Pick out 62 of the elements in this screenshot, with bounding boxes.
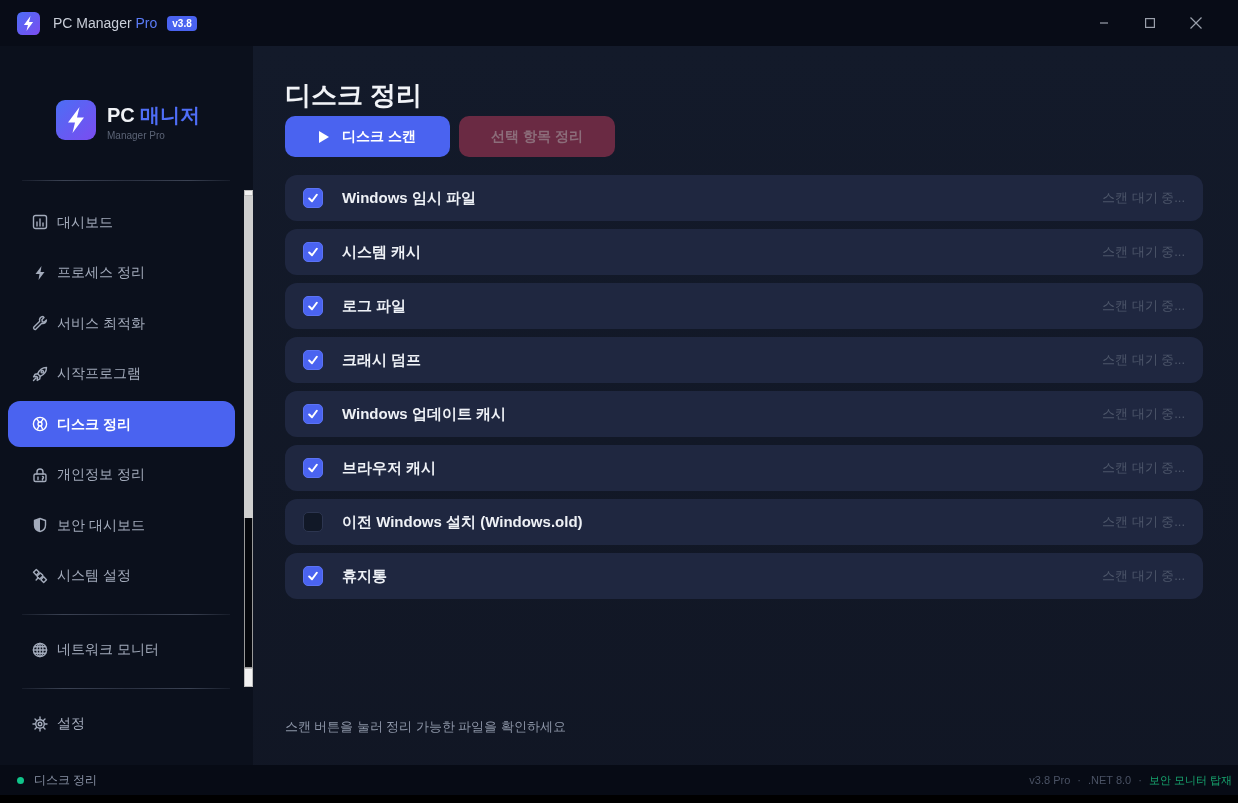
shield-icon (32, 517, 48, 533)
status-text: 디스크 정리 (34, 772, 98, 789)
brand-logo-icon (56, 100, 96, 140)
item-label: 로그 파일 (342, 295, 407, 316)
settings-icon (32, 715, 48, 732)
sidebar-item[interactable]: 시작프로그램 (8, 350, 235, 397)
status-info: .NET 8.0 (1088, 772, 1132, 788)
checkbox[interactable] (303, 242, 323, 262)
window-title: PC Manager Pro (53, 13, 158, 33)
version-badge: v3.8 (167, 15, 197, 31)
checkbox[interactable] (303, 350, 323, 370)
check-icon (308, 355, 318, 365)
check-icon (308, 193, 318, 203)
item-label: 브라우저 캐시 (342, 457, 437, 478)
satellite-icon (32, 567, 48, 584)
status-dot-icon (17, 776, 24, 784)
separator-dot: · (1077, 772, 1081, 788)
sidebar-item[interactable]: 대시보드 (8, 199, 235, 245)
item-label: 이전 Windows 설치 (Windows.old) (342, 511, 583, 532)
sidebar-item[interactable]: 서비스 최적화 (8, 300, 235, 346)
item-label: 시스템 캐시 (342, 241, 422, 262)
checkbox[interactable] (303, 296, 323, 316)
rocket-icon (32, 365, 48, 382)
padlock-icon (32, 466, 48, 483)
check-icon (308, 463, 318, 473)
sidebar-item[interactable]: 보안 대시보드 (8, 502, 235, 548)
scrollbar[interactable] (244, 190, 253, 687)
sidebar-item[interactable]: 시스템 설정 (8, 552, 235, 599)
scan-button[interactable]: 디스크 스캔 (285, 116, 450, 157)
check-icon (308, 409, 318, 419)
brand-subtitle: Manager Pro (107, 129, 166, 142)
checkbox[interactable] (303, 566, 323, 586)
checkbox[interactable] (303, 188, 323, 208)
sidebar-item[interactable]: 디스크 정리 (8, 401, 235, 447)
brand-name: PC 매니저 (107, 103, 201, 127)
close-icon (1190, 17, 1202, 29)
separator-dot: · (1138, 772, 1142, 788)
disc-icon (32, 416, 48, 432)
checkbox[interactable] (303, 458, 323, 478)
checkbox[interactable] (303, 404, 323, 424)
check-icon (308, 247, 318, 257)
play-icon (319, 130, 329, 143)
app-logo-icon (17, 11, 40, 35)
maximize-icon (1145, 18, 1155, 28)
item-label: 크래시 덤프 (342, 349, 422, 370)
item-label: 휴지통 (342, 565, 387, 586)
status-highlight: 보안 모니터 탑재 (1148, 772, 1232, 788)
page-title: 디스크 정리 (285, 79, 423, 111)
globe-icon (32, 641, 48, 658)
checkbox[interactable] (303, 512, 323, 532)
sidebar-item[interactable]: 프로세스 정리 (8, 249, 235, 296)
item-label: Windows 임시 파일 (342, 187, 477, 208)
wrench-icon (32, 315, 48, 331)
sidebar-item[interactable]: 네트워크 모니터 (8, 626, 235, 673)
sidebar-item[interactable]: 개인정보 정리 (8, 451, 235, 498)
hint-text: 스캔 버튼을 눌러 정리 가능한 파일을 확인하세요 (285, 719, 566, 735)
check-icon (308, 301, 318, 311)
item-label: Windows 업데이트 캐시 (342, 403, 507, 424)
sidebar-item[interactable]: 설정 (8, 700, 235, 747)
status-info: v3.8 Pro (1029, 772, 1071, 788)
bar-chart-icon (32, 214, 48, 230)
check-icon (308, 571, 318, 581)
